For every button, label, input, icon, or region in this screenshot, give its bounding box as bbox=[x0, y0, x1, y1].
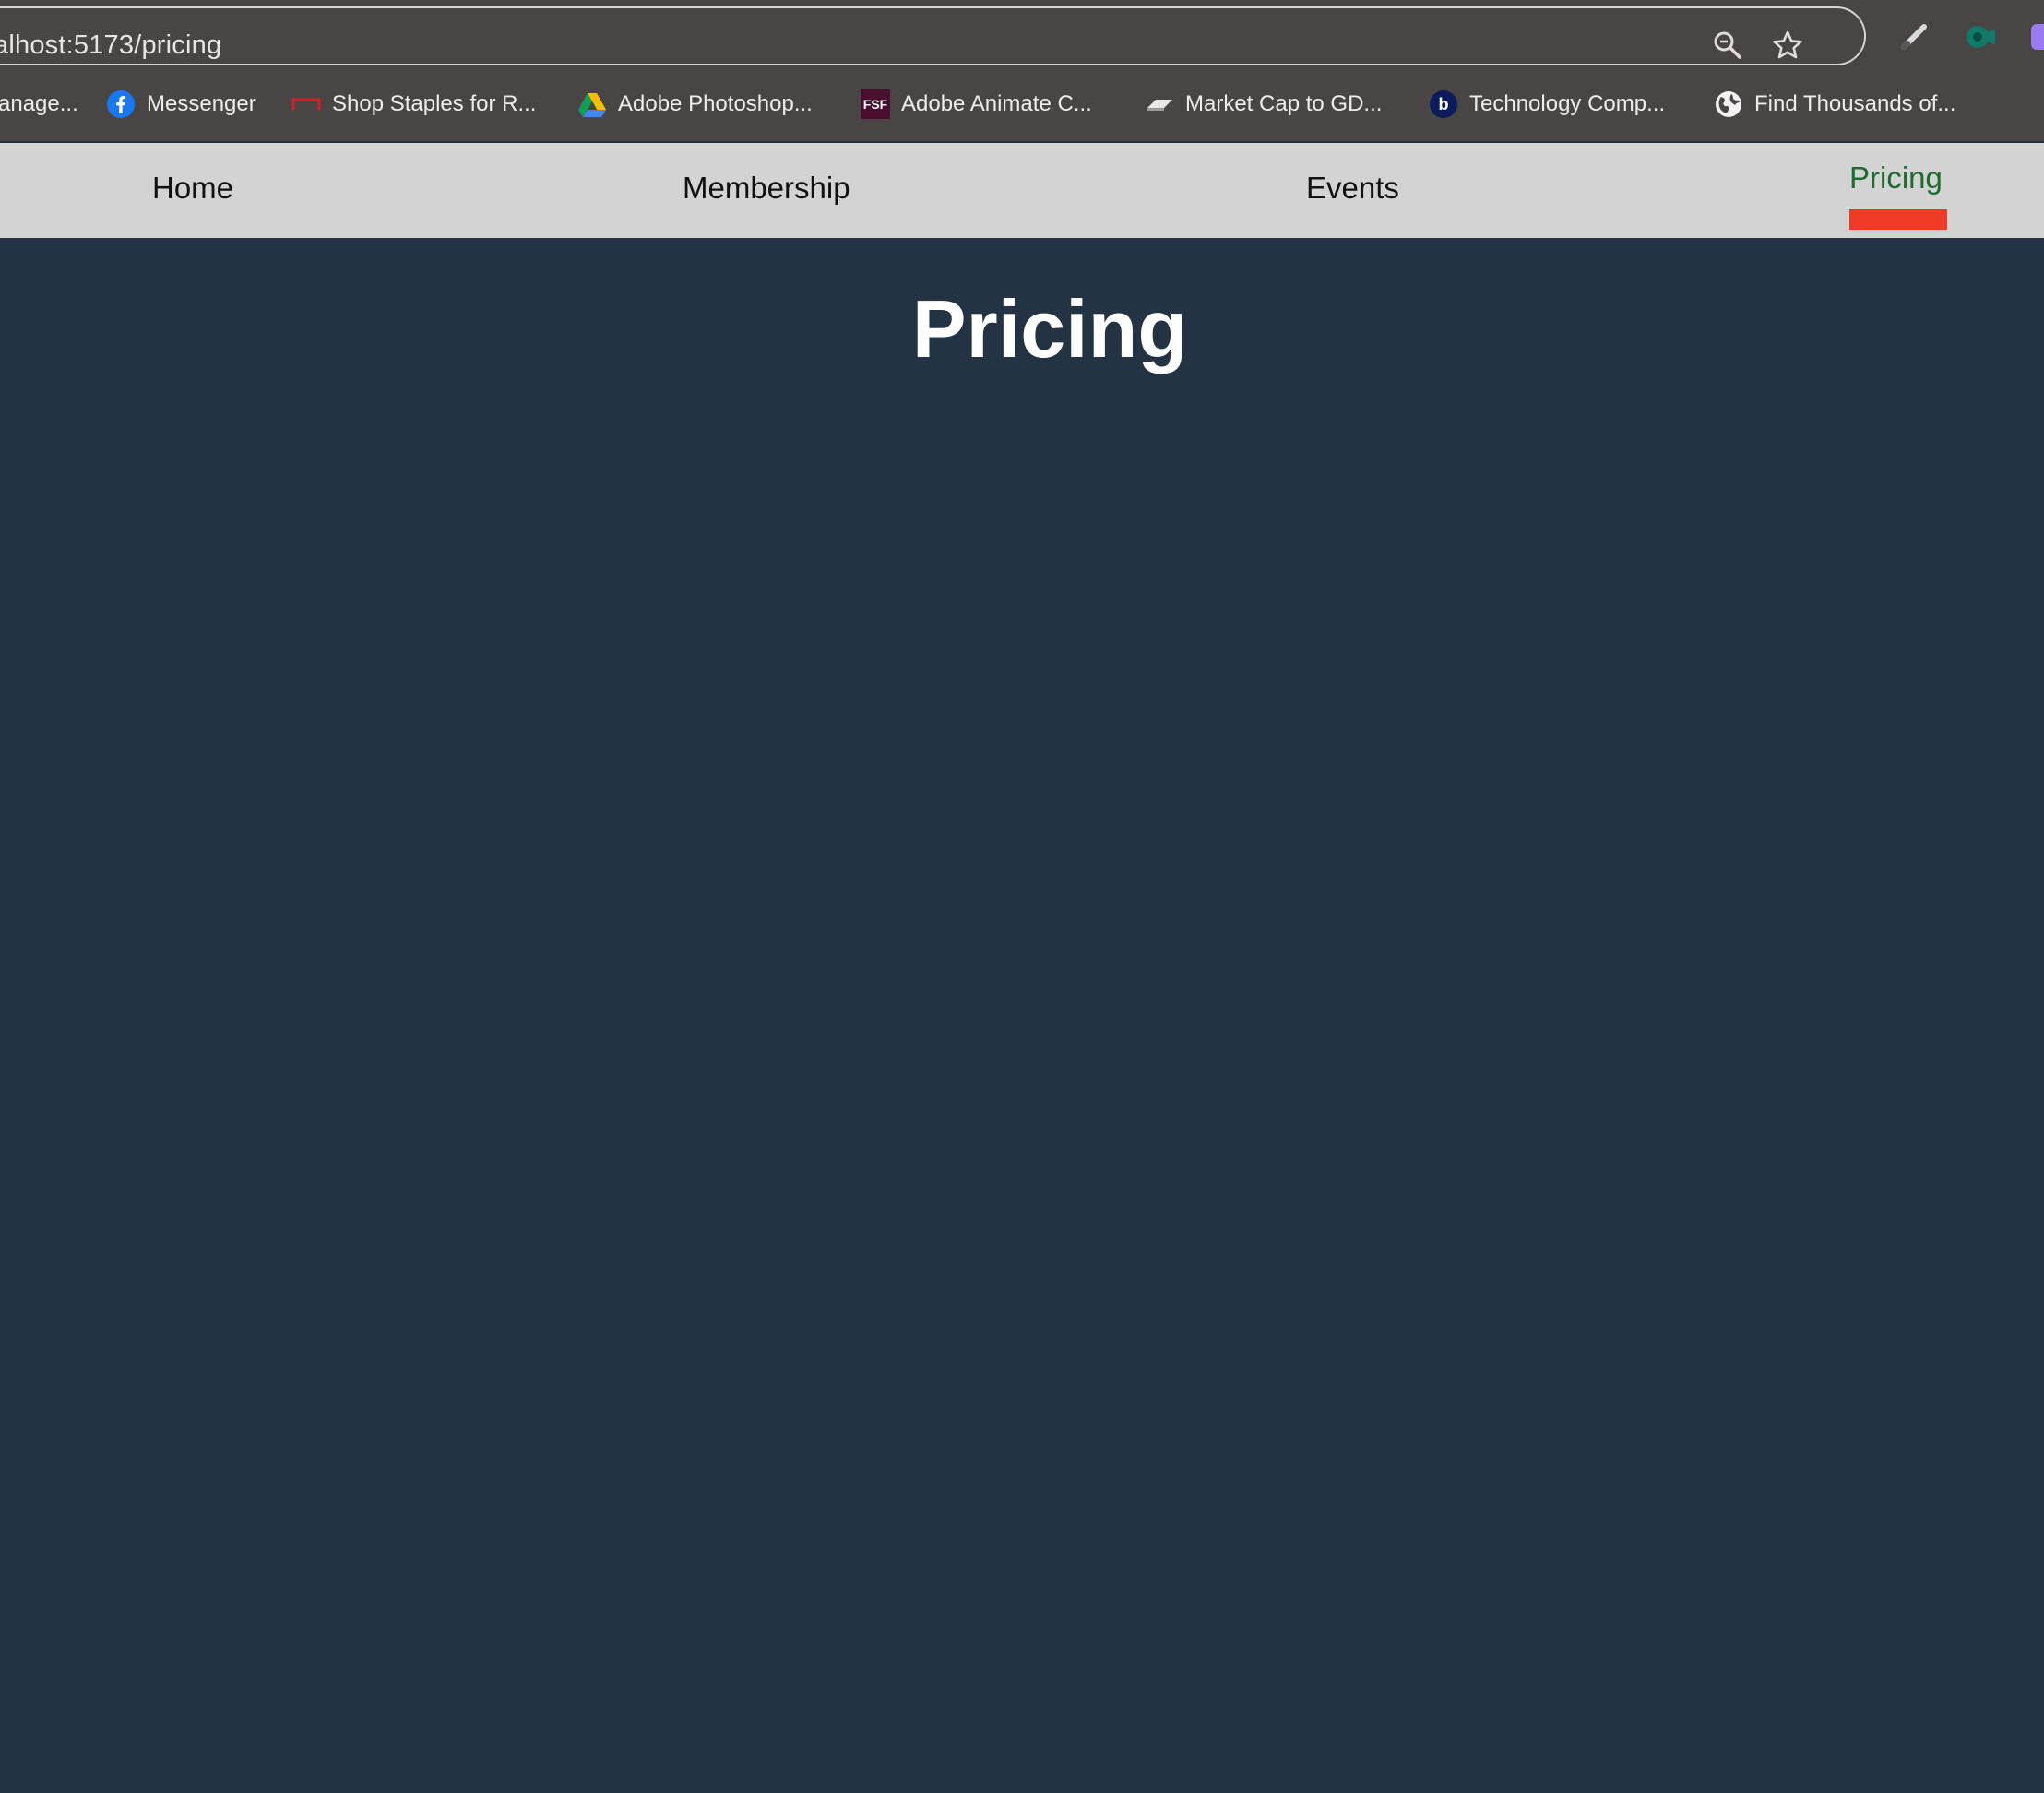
bookmark-label: Shop Staples for R... bbox=[332, 91, 537, 116]
b-circle-icon: b bbox=[1429, 89, 1458, 119]
bookmark-item[interactable]: b Technology Comp... bbox=[1429, 81, 1665, 127]
svg-text:FSF: FSF bbox=[863, 97, 888, 112]
nav-link-pricing[interactable]: Pricing bbox=[1849, 160, 1943, 196]
bookmark-label: Messenger bbox=[147, 91, 256, 116]
svg-text:b: b bbox=[1439, 95, 1449, 113]
active-tab-indicator bbox=[1849, 209, 1947, 230]
nav-link-events[interactable]: Events bbox=[1306, 170, 1399, 207]
zoom-icon[interactable] bbox=[1711, 29, 1744, 62]
bookmark-item[interactable]: Find Thousands of... bbox=[1714, 81, 1955, 127]
url-text[interactable]: ocalhost:5173/pricing bbox=[0, 27, 221, 64]
bookmark-item[interactable]: Messenger bbox=[106, 81, 256, 127]
bookmark-label: Technology Comp... bbox=[1469, 91, 1666, 116]
bookmarks-bar: anage... Messenger Shop Staples for R... bbox=[0, 81, 2044, 127]
fsf-icon: FSF bbox=[861, 89, 890, 119]
pencil-extension-icon[interactable] bbox=[1897, 20, 1931, 53]
bookmark-item[interactable]: Shop Staples for R... bbox=[291, 81, 536, 127]
facebook-icon bbox=[106, 89, 136, 119]
bookmark-label: anage... bbox=[0, 91, 78, 116]
site-navbar: Home Membership Events Pricing bbox=[0, 143, 2044, 238]
purple-extension-icon[interactable] bbox=[2031, 20, 2044, 53]
staples-icon bbox=[291, 89, 321, 119]
bookmark-item[interactable]: anage... bbox=[0, 81, 78, 127]
nav-link-membership[interactable]: Membership bbox=[683, 170, 850, 207]
bookmark-label: Find Thousands of... bbox=[1754, 91, 1956, 116]
bookmark-item[interactable]: Market Cap to GD... bbox=[1145, 81, 1382, 127]
globe-icon bbox=[1714, 89, 1743, 119]
bookmark-item[interactable]: FSF Adobe Animate C... bbox=[861, 81, 1092, 127]
bookmark-label: Market Cap to GD... bbox=[1185, 91, 1383, 116]
currency-note-icon bbox=[1145, 89, 1174, 119]
nav-link-home[interactable]: Home bbox=[152, 170, 233, 207]
page-title: Pricing bbox=[911, 283, 1188, 374]
bookmark-star-icon[interactable] bbox=[1771, 29, 1804, 62]
bookmark-label: Adobe Animate C... bbox=[901, 91, 1092, 116]
google-drive-icon bbox=[577, 89, 607, 119]
camera-extension-icon[interactable] bbox=[1963, 20, 1996, 53]
bookmark-item[interactable]: Adobe Photoshop... bbox=[577, 81, 813, 127]
address-bar[interactable]: ocalhost:5173/pricing bbox=[0, 6, 1866, 65]
browser-chrome: ocalhost:5173/pricing bbox=[0, 0, 2044, 141]
bookmark-label: Adobe Photoshop... bbox=[618, 91, 813, 116]
